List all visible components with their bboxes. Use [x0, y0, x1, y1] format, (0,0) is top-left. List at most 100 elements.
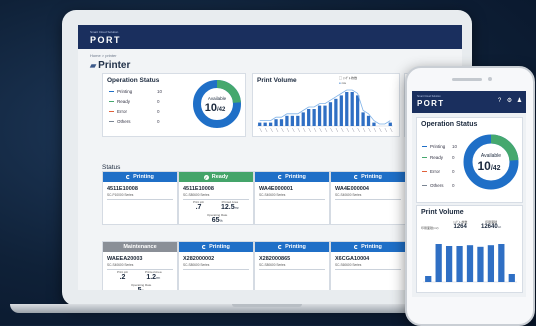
- status-card[interactable]: Printing X6CGA10004 SC-S60600 Series: [330, 241, 406, 290]
- status-state-label: Maintenance: [123, 244, 157, 250]
- spinner-icon: [354, 245, 359, 249]
- mobile-legend-others: Others 0: [422, 183, 455, 188]
- legend-printing: Printing 10: [109, 89, 162, 94]
- printer-id: WAEEA20003: [107, 256, 143, 262]
- kpi-area-value: 12640: [481, 224, 498, 230]
- page-title: ▰ Printer: [90, 60, 130, 71]
- chart-bar: [317, 105, 322, 126]
- status-section-label: Status: [102, 164, 121, 171]
- printer-series: SC-S40600 Series: [335, 193, 362, 197]
- print-volume-legend: ▢ ｼﾝｸﾞﾙ 枚数 ● n/a: [339, 76, 357, 86]
- printer-series: SC-S40600 Series: [259, 193, 286, 197]
- legend-label: Ready: [117, 99, 131, 104]
- x-tick: [281, 127, 284, 133]
- chart-bar: [345, 92, 349, 126]
- legend-count: 10: [452, 144, 458, 149]
- metric-print-jobs-number: .2: [119, 274, 126, 281]
- chart-bar: [388, 122, 392, 126]
- print-volume-card: Print Volume ▢ ｼﾝｸﾞﾙ 枚数 ● n/a: [252, 73, 400, 137]
- status-banner: Printing: [255, 242, 329, 252]
- metric-print-jobs: Print job .2: [117, 270, 128, 281]
- status-card[interactable]: Printing 4511E10008 SC-P10000 Series: [102, 171, 178, 225]
- status-card[interactable]: Printing X282000002 SC-S80600 Series: [178, 241, 254, 290]
- mobile-header: Smart Cloud Solution PORT ? ⚙ ♟: [412, 91, 526, 113]
- mobile-chart-label: 印刷面積(m²): [421, 226, 439, 230]
- status-card[interactable]: Printing WA4E000001 SC-S40600 Series: [254, 171, 330, 225]
- chart-bar: [301, 112, 305, 126]
- operation-status-card: Operation Status Printing 10 Ready 0 Error…: [102, 73, 246, 137]
- user-icon[interactable]: ♟: [516, 98, 523, 105]
- metric-operating-rate-unit: %: [219, 219, 223, 223]
- donut-available: 10: [477, 159, 491, 173]
- logo-subtitle: Smart Cloud Solution: [90, 30, 119, 34]
- donut-value: 10/42: [477, 159, 500, 173]
- status-card[interactable]: Printing X282000865 SC-S80600 Series: [254, 241, 330, 290]
- chart-bar: [274, 119, 278, 126]
- chart-bar: [290, 115, 294, 126]
- phone-camera: [488, 77, 492, 81]
- print-volume-chart: [257, 89, 393, 133]
- chart-bar: [466, 245, 474, 282]
- printer-series: SC-S80600 Series: [259, 263, 286, 267]
- chart-bar: [279, 119, 284, 126]
- printer-series: SC-S40600 Series: [107, 263, 134, 267]
- divider: [335, 199, 401, 200]
- status-banner: Maintenance: [103, 242, 177, 252]
- x-tick: [275, 127, 279, 133]
- donut-label: Available: [208, 96, 227, 101]
- printer-series: SC-S60600 Series: [335, 263, 362, 267]
- printer-id: X282000865: [259, 256, 291, 262]
- legend-error: Error 0: [109, 109, 160, 114]
- status-banner: Printing: [331, 242, 405, 252]
- mobile-legend-error: Error 0: [422, 169, 455, 174]
- legend-label: Others: [117, 119, 131, 124]
- help-icon[interactable]: ?: [496, 98, 503, 105]
- x-tick: [357, 127, 360, 133]
- printer-icon: ▰: [90, 61, 97, 70]
- printer-series: SC-S80600 Series: [183, 193, 210, 197]
- x-tick: [373, 127, 377, 133]
- status-state-label: Printing: [209, 244, 230, 250]
- x-tick: [390, 127, 393, 133]
- legend-count: 0: [452, 169, 455, 174]
- chart-bar: [445, 246, 453, 282]
- metric-print-jobs: Print job .7: [193, 200, 204, 211]
- status-banner: ✓ Ready: [179, 172, 253, 182]
- mobile-operation-status-card: Operation Status Printing 10 Ready 0 Error…: [416, 117, 523, 203]
- metric-operating-rate-unit: %: [142, 289, 145, 290]
- mobile-legend-ready: Ready 0: [422, 155, 455, 160]
- metric-printed-area-number: 12.5: [221, 204, 235, 211]
- printer-id: 4511E10008: [107, 186, 138, 192]
- printer-id: WA4E000001: [259, 186, 293, 192]
- legend-count: 0: [452, 183, 455, 188]
- metric-print-jobs-number: .7: [195, 204, 202, 211]
- divider: [335, 269, 401, 270]
- printer-id: X282000002: [183, 256, 215, 262]
- app-logo[interactable]: PORT: [90, 35, 121, 45]
- divider: [259, 199, 325, 200]
- chart-bar: [356, 95, 360, 126]
- chart-bar: [372, 122, 376, 126]
- status-state-label: Printing: [361, 244, 382, 250]
- chart-bar: [477, 246, 484, 282]
- chart-bar: [296, 115, 300, 126]
- status-card[interactable]: ✓ Ready 4511E10008 SC-S80600 Series Print jo…: [178, 171, 254, 225]
- mobile-bar-chart: [423, 244, 517, 283]
- metric-printed-area-value: 12.5m²: [221, 204, 239, 211]
- availability-donut: Available 10/42: [193, 80, 241, 128]
- x-tick: [379, 127, 382, 133]
- divider: [259, 269, 325, 270]
- metric-printed-area-unit: m²: [234, 206, 239, 210]
- breadcrumb[interactable]: Home > printer: [90, 53, 117, 58]
- metric-printed-area-number: 1.2: [146, 274, 157, 281]
- status-card[interactable]: Printing WA4E000004 SC-S40600 Series: [330, 171, 406, 225]
- chart-bar: [361, 112, 365, 126]
- check-icon: ✓: [203, 174, 209, 180]
- mobile-logo[interactable]: PORT: [417, 99, 444, 108]
- x-tick: [362, 127, 366, 133]
- gear-icon[interactable]: ⚙: [506, 98, 513, 105]
- status-state-label: Printing: [285, 244, 306, 250]
- x-tick: [324, 127, 328, 133]
- status-card[interactable]: Maintenance WAEEA20003 SC-S40600 Series Pri…: [102, 241, 178, 290]
- legend-count: 10: [157, 89, 163, 94]
